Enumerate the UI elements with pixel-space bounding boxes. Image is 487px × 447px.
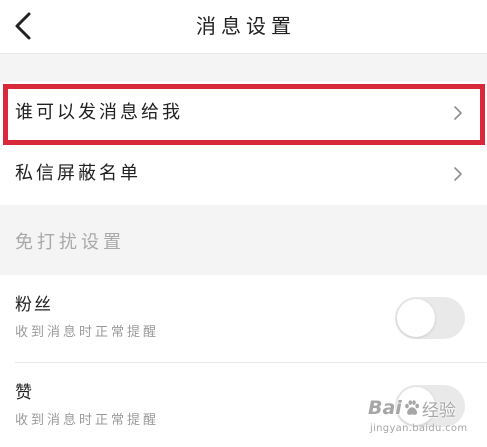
header: 消息设置 [0,0,487,54]
likes-toggle[interactable] [395,385,465,427]
section-header-do-not-disturb: 免打扰设置 [15,232,125,253]
toggle-knob [397,387,435,425]
nav-row-label: 私信屏蔽名单 [15,163,141,184]
chevron-right-icon [453,105,463,121]
chevron-right-icon [453,166,463,182]
setting-row-fans: 粉丝 收到消息时正常提醒 [0,275,487,362]
fans-toggle[interactable] [395,297,465,339]
toggle-knob [397,299,435,337]
nav-row-label: 谁可以发消息给我 [15,101,183,123]
setting-row-likes: 赞 收到消息时正常提醒 [0,363,487,447]
page-title: 消息设置 [196,14,296,38]
nav-row-blocked-list[interactable]: 私信屏蔽名单 [0,143,487,205]
nav-row-who-can-message[interactable]: 谁可以发消息给我 [0,82,487,145]
